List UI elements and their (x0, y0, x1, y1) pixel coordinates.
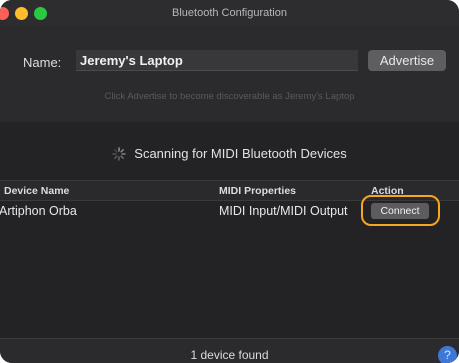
title-bar: Bluetooth Configuration (0, 0, 459, 26)
midi-properties-cell: MIDI Input/MIDI Output (219, 204, 348, 218)
device-name-cell: Artiphon Orba (0, 204, 77, 218)
advertise-button[interactable]: Advertise (368, 50, 446, 71)
status-bar: 1 device found ? (0, 338, 459, 363)
bluetooth-configuration-window: Bluetooth Configuration Name: Jeremy's L… (0, 0, 459, 363)
advertise-panel: Name: Jeremy's Laptop Advertise Click Ad… (0, 26, 459, 122)
name-field[interactable]: Jeremy's Laptop (76, 50, 358, 71)
column-header-device-name[interactable]: Device Name (4, 185, 69, 197)
spinner-icon (112, 146, 126, 161)
column-header-midi-properties[interactable]: MIDI Properties (219, 185, 296, 197)
name-value: Jeremy's Laptop (80, 53, 183, 68)
name-label: Name: (23, 55, 62, 70)
advertise-hint: Click Advertise to become discoverable a… (104, 91, 355, 102)
device-count-text: 1 device found (190, 348, 269, 362)
scan-status-text: Scanning for MIDI Bluetooth Devices (134, 146, 347, 161)
scan-status-row: Scanning for MIDI Bluetooth Devices (0, 146, 459, 164)
connect-highlight-ring (361, 195, 440, 226)
help-button[interactable]: ? (438, 346, 457, 363)
window-title: Bluetooth Configuration (172, 7, 287, 19)
